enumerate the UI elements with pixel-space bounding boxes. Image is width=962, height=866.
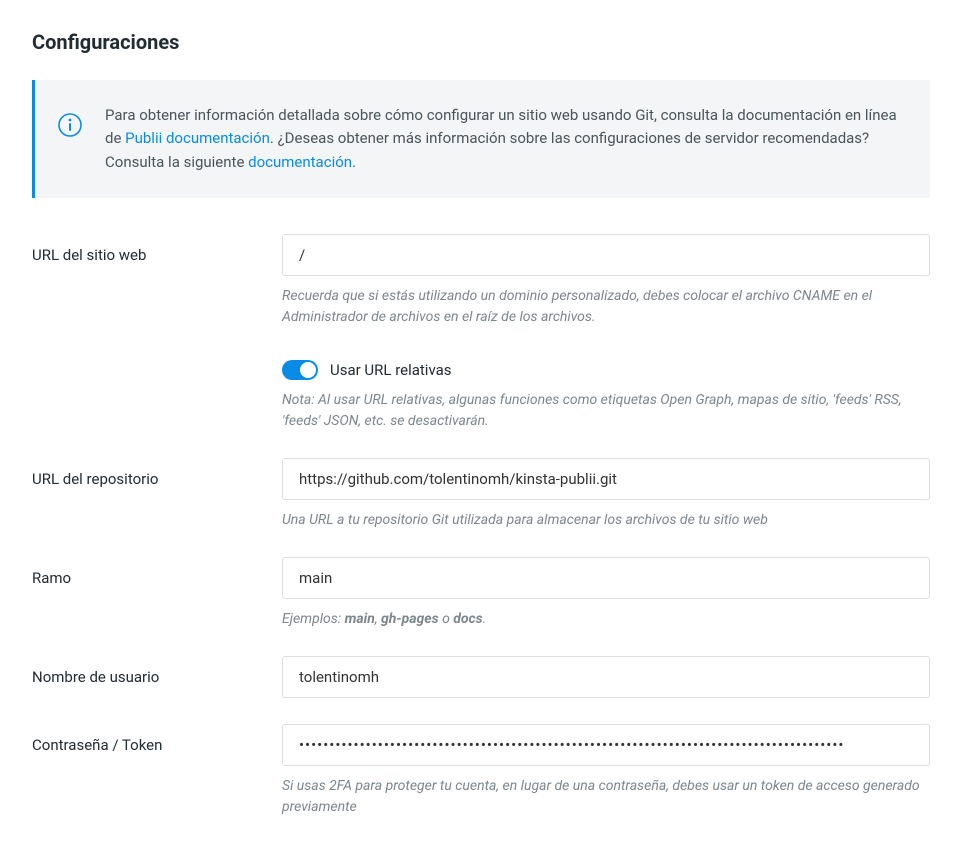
doc-link-publii[interactable]: Publii documentación bbox=[125, 129, 270, 147]
info-icon bbox=[57, 112, 83, 138]
website-url-input[interactable] bbox=[282, 234, 930, 276]
row-username: Nombre de usuario bbox=[32, 648, 930, 698]
password-input[interactable] bbox=[282, 724, 930, 766]
label-repo-url: URL del repositorio bbox=[32, 458, 262, 488]
branch-input[interactable] bbox=[282, 557, 930, 599]
label-username: Nombre de usuario bbox=[32, 656, 262, 686]
relative-urls-toggle-label: Usar URL relativas bbox=[330, 361, 452, 379]
row-relative-urls: Usar URL relativas Nota: Al usar URL rel… bbox=[32, 346, 930, 432]
page-title: Configuraciones bbox=[32, 30, 930, 54]
help-relative-urls: Nota: Al usar URL relativas, algunas fun… bbox=[282, 390, 930, 432]
info-callout: Para obtener información detallada sobre… bbox=[32, 80, 930, 198]
label-password: Contraseña / Token bbox=[32, 724, 262, 754]
info-text-post: . bbox=[352, 153, 356, 171]
row-repo-url: URL del repositorio Una URL a tu reposit… bbox=[32, 450, 930, 531]
help-website-url: Recuerda que si estás utilizando un domi… bbox=[282, 286, 930, 328]
help-password: Si usas 2FA para proteger tu cuenta, en … bbox=[282, 776, 930, 818]
help-branch: Ejemplos: main, gh-pages o docs. bbox=[282, 609, 930, 630]
row-website-url: URL del sitio web Recuerda que si estás … bbox=[32, 226, 930, 328]
help-repo-url: Una URL a tu repositorio Git utilizada p… bbox=[282, 510, 930, 531]
relative-urls-toggle[interactable] bbox=[282, 360, 318, 380]
label-website-url: URL del sitio web bbox=[32, 234, 262, 264]
row-branch: Ramo Ejemplos: main, gh-pages o docs. bbox=[32, 549, 930, 630]
label-spacer bbox=[32, 354, 262, 366]
label-branch: Ramo bbox=[32, 557, 262, 587]
username-input[interactable] bbox=[282, 656, 930, 698]
repo-url-input[interactable] bbox=[282, 458, 930, 500]
info-text: Para obtener información detallada sobre… bbox=[105, 104, 904, 174]
row-password: Contraseña / Token Si usas 2FA para prot… bbox=[32, 716, 930, 818]
doc-link-server[interactable]: documentación bbox=[248, 153, 352, 171]
